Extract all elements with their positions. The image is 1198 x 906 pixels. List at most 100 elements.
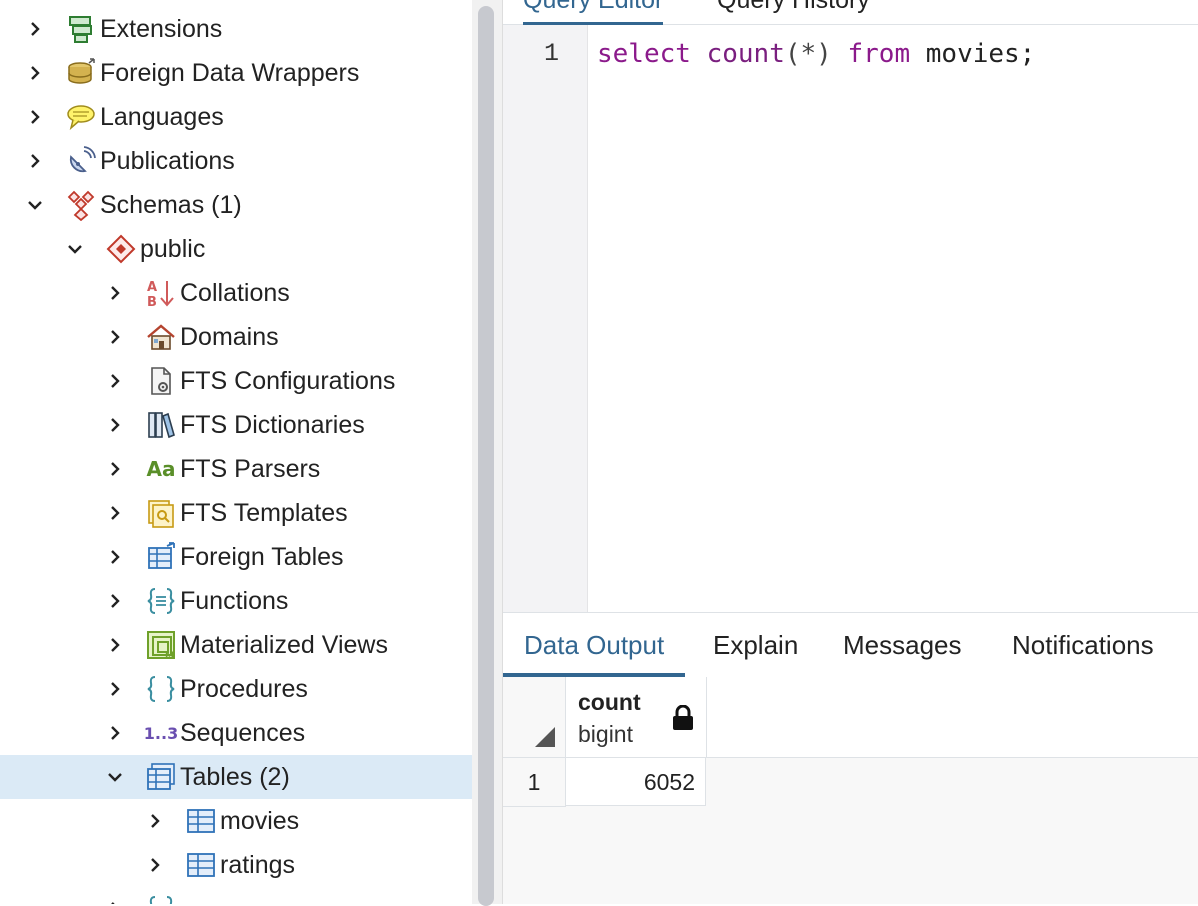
tree-item-label: Materialized Views xyxy=(180,630,388,659)
tree-item-partial[interactable] xyxy=(0,887,472,904)
chevron-down-icon[interactable] xyxy=(64,238,86,260)
tree-item-label: Collations xyxy=(180,278,290,307)
tree-item-publications[interactable]: Publications xyxy=(0,139,472,183)
tree-item-languages[interactable]: Languages xyxy=(0,95,472,139)
tree-item-label: Publications xyxy=(100,146,235,175)
grid-header-filler xyxy=(707,677,1198,758)
schemas-icon xyxy=(64,188,98,222)
fts-templates-icon xyxy=(144,496,178,530)
tab-explain[interactable]: Explain xyxy=(713,613,798,673)
chevron-right-icon[interactable] xyxy=(104,898,126,904)
foreign-data-wrappers-icon xyxy=(64,56,98,90)
tree-item-fts-configurations[interactable]: FTS Configurations xyxy=(0,359,472,403)
result-grid: count bigint 1 6052 xyxy=(503,677,1198,904)
fts-parsers-icon: Aa xyxy=(146,457,176,481)
chevron-right-icon[interactable] xyxy=(104,370,126,392)
tab-messages[interactable]: Messages xyxy=(843,613,962,673)
tree-item-label: movies xyxy=(220,806,300,835)
chevron-right-icon[interactable] xyxy=(104,414,126,436)
tree-item-label: Foreign Tables xyxy=(180,542,344,571)
query-editor[interactable]: 1 select count(*) from movies; xyxy=(503,25,1198,612)
tab-query-editor[interactable]: Query Editor xyxy=(523,0,664,26)
column-name: count xyxy=(578,689,641,715)
tree-item-fts-parsers[interactable]: Aa FTS Parsers xyxy=(0,447,472,491)
tree-item-fts-templates[interactable]: FTS Templates xyxy=(0,491,472,535)
tab-data-output[interactable]: Data Output xyxy=(503,613,686,677)
chevron-right-icon[interactable] xyxy=(104,590,126,612)
tree-item-schemas[interactable]: Schemas (1) xyxy=(0,183,472,227)
chevron-right-icon[interactable] xyxy=(104,502,126,524)
tree-item-foreign-tables[interactable]: Foreign Tables xyxy=(0,535,472,579)
chevron-right-icon[interactable] xyxy=(104,282,126,304)
chevron-right-icon[interactable] xyxy=(144,854,166,876)
row-number[interactable]: 1 xyxy=(503,758,566,807)
column-header-count[interactable]: count bigint xyxy=(566,677,707,758)
tree-item-materialized-views[interactable]: M Materialized Views xyxy=(0,623,472,667)
tree-item-label: FTS Templates xyxy=(180,498,348,527)
code-line[interactable]: select count(*) from movies; xyxy=(597,39,1035,69)
tab-query-history[interactable]: Query History xyxy=(717,0,870,22)
tree-item-foreign-data-wrappers[interactable]: Foreign Data Wrappers xyxy=(0,51,472,95)
chevron-down-icon[interactable] xyxy=(24,194,46,216)
domains-icon xyxy=(144,320,178,354)
lock-icon xyxy=(673,705,693,730)
editor-tab-bar: Query Editor Query History xyxy=(503,0,1198,26)
schema-public-icon xyxy=(104,232,138,266)
chevron-right-icon[interactable] xyxy=(104,678,126,700)
table-icon xyxy=(184,848,218,882)
tree-item-extensions[interactable]: Extensions xyxy=(0,7,472,51)
tree-item-procedures[interactable]: Procedures xyxy=(0,667,472,711)
chevron-right-icon[interactable] xyxy=(104,458,126,480)
tree-scrollbar[interactable] xyxy=(472,0,503,906)
corner-triangle-icon xyxy=(535,727,555,747)
grid-select-all[interactable] xyxy=(503,677,566,758)
chevron-right-icon[interactable] xyxy=(104,634,126,656)
chevron-right-icon[interactable] xyxy=(104,326,126,348)
chevron-right-icon[interactable] xyxy=(104,546,126,568)
chevron-right-icon[interactable] xyxy=(24,106,46,128)
chevron-right-icon[interactable] xyxy=(144,810,166,832)
tree-item-functions[interactable]: Functions xyxy=(0,579,472,623)
functions-icon xyxy=(144,584,178,618)
tree-item-collations[interactable]: AB Collations xyxy=(0,271,472,315)
tree-item-label: Languages xyxy=(100,102,224,131)
output-tab-bar: Data Output Explain Messages Notificatio… xyxy=(503,612,1198,678)
column-type: bigint xyxy=(578,721,633,747)
materialized-views-icon: M xyxy=(144,628,178,662)
languages-icon xyxy=(64,100,98,134)
sql-punctuation: (*) xyxy=(784,39,832,69)
tree-item-label: Sequences xyxy=(180,718,306,747)
chevron-right-icon[interactable] xyxy=(104,722,126,744)
tree-item-label: ratings xyxy=(220,850,296,879)
tree-item-domains[interactable]: Domains xyxy=(0,315,472,359)
tree-item-label: FTS Dictionaries xyxy=(180,410,365,439)
tree-item-sequences[interactable]: 1..3 Sequences xyxy=(0,711,472,755)
line-gutter: 1 xyxy=(503,25,588,612)
tree-item-public[interactable]: public xyxy=(0,227,472,271)
svg-text:A: A xyxy=(147,280,157,295)
line-number: 1 xyxy=(543,39,559,68)
foreign-tables-icon xyxy=(144,540,178,574)
collations-icon: AB xyxy=(144,276,178,310)
tree-scrollbar-thumb[interactable] xyxy=(478,6,494,906)
tree-item-label: Domains xyxy=(180,322,279,351)
fts-configurations-icon xyxy=(144,364,178,398)
tree-item-movies[interactable]: movies xyxy=(0,799,472,843)
tree-item-label: FTS Configurations xyxy=(180,366,396,395)
svg-text:M: M xyxy=(165,651,174,661)
chevron-right-icon[interactable] xyxy=(24,18,46,40)
chevron-right-icon[interactable] xyxy=(24,62,46,84)
sequences-icon: 1..3 xyxy=(143,723,179,743)
tab-notifications[interactable]: Notifications xyxy=(1012,613,1154,673)
tables-icon xyxy=(144,760,178,794)
tree-item-tables[interactable]: Tables (2) xyxy=(0,755,472,799)
procedures-icon xyxy=(144,672,178,706)
chevron-right-icon[interactable] xyxy=(24,150,46,172)
tree-item-label: FTS Parsers xyxy=(180,454,321,483)
tree-item-ratings[interactable]: ratings xyxy=(0,843,472,887)
tree-item-fts-dictionaries[interactable]: FTS Dictionaries xyxy=(0,403,472,447)
grid-cell[interactable]: 6052 xyxy=(566,758,706,806)
chevron-down-icon[interactable] xyxy=(104,766,126,788)
table-icon xyxy=(184,804,218,838)
tree-item-label: public xyxy=(140,234,206,263)
